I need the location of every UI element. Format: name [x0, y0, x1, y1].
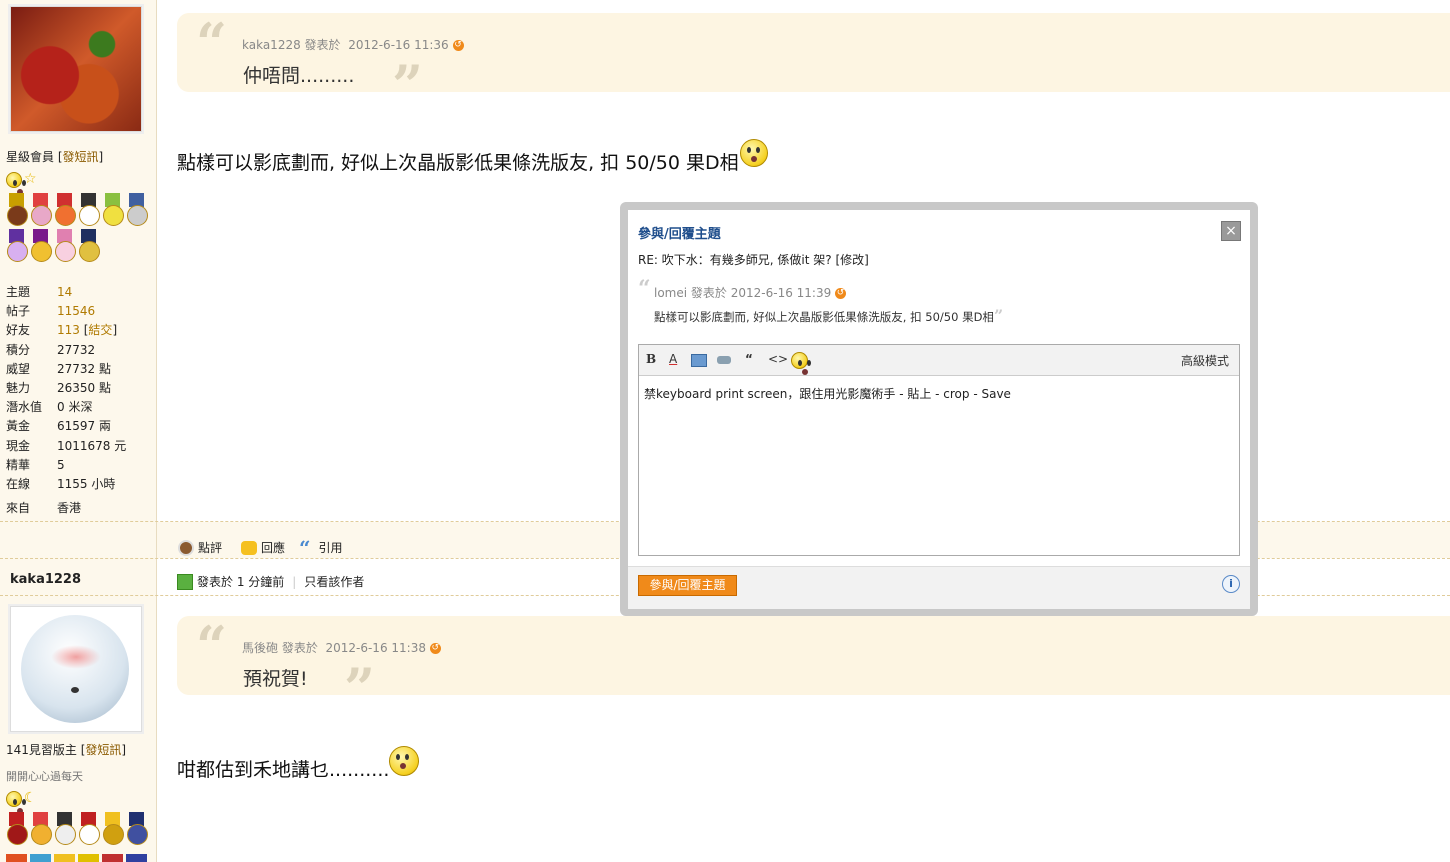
smiley-icon — [6, 172, 23, 195]
stat-row: 帖子 11546 — [6, 304, 96, 319]
stat-row: 黃金 61597 兩 — [6, 419, 111, 434]
close-button[interactable]: × — [1221, 221, 1241, 241]
code-button[interactable]: <> — [768, 352, 788, 366]
moon-icon: ☾ — [24, 790, 37, 806]
user1-pm-link[interactable]: 發短訊 — [63, 150, 99, 164]
rate-icon — [178, 539, 194, 556]
quote-button-editor[interactable]: “ — [745, 352, 753, 366]
stat-row-from: 來自 香港 — [6, 501, 82, 516]
medal-icon — [30, 193, 52, 227]
advanced-mode-link[interactable]: 高級模式 — [1181, 352, 1229, 369]
user2-pm-link[interactable]: 發短訊 — [85, 743, 121, 757]
insert-image-button[interactable] — [691, 354, 707, 367]
user2-medals — [6, 812, 152, 846]
emoji-button[interactable] — [791, 352, 808, 375]
smiley-icon — [6, 791, 23, 814]
medal-icon — [54, 812, 76, 846]
medal-icon — [102, 812, 124, 846]
editor-toolbar: B A “ <> 高級模式 — [639, 345, 1239, 376]
post2-quote-header: 馬後砲 發表於 2012-6-16 11:38 ↺ — [242, 641, 441, 655]
medal-icon — [78, 812, 100, 846]
post1-body: 點樣可以影底劃而, 好似上次晶版影低果條洗版友, 扣 50/50 果D相 — [177, 139, 768, 175]
reply-quote-text: 點樣可以影底劃而, 好似上次晶版影低果條洗版友, 扣 50/50 果D相” — [654, 306, 1004, 325]
reply-dialog-title: 參與/回覆主題 — [638, 227, 721, 242]
stat-row: 精華 5 — [6, 457, 65, 472]
close-quote-icon: ” — [392, 53, 424, 117]
medal-icon — [78, 229, 100, 263]
font-color-button[interactable]: A — [669, 352, 677, 366]
medal-icon — [54, 193, 76, 227]
open-quote-icon: “ — [196, 614, 228, 678]
jump-to-post-icon[interactable]: ↺ — [452, 40, 464, 51]
star-icon: ☆ — [24, 171, 37, 187]
reply-button[interactable]: 回應 — [241, 539, 285, 556]
medal-icon — [6, 229, 28, 263]
user2-post-meta: 發表於 1 分鐘前 | 只看該作者 — [177, 573, 364, 590]
medal-icon — [30, 812, 52, 846]
close-quote-icon: ” — [993, 306, 1004, 325]
quote-button[interactable]: “ 引用 — [299, 535, 343, 560]
stat-row: 現金 1011678 元 — [6, 438, 127, 453]
user1-stats: 主題 14 帖子 11546 好友 113 [結交] 積分 27732 威望 27732 … — [6, 283, 152, 518]
medal-icon — [102, 193, 124, 227]
post1-quote-header: kaka1228 發表於 2012-6-16 11:36 ↺ — [242, 38, 464, 52]
stat-row: 主題 14 — [6, 285, 73, 299]
submit-reply-button[interactable]: 參與/回覆主題 — [638, 575, 737, 596]
user2-name[interactable]: kaka1228 — [10, 572, 81, 587]
bold-button[interactable]: B — [646, 352, 656, 366]
stat-row: 魅力 26350 點 — [6, 380, 111, 395]
reply-subject: RE: 吹下水：有幾多師兄, 係做it 架? [修改] — [638, 253, 869, 267]
editor-text[interactable]: 禁keyboard print screen，跟住用光影魔術手 - 貼上 - c… — [644, 385, 1011, 402]
medal-icon — [6, 193, 28, 227]
user1-rank: 星級會員 [發短訊] — [6, 150, 104, 164]
jump-to-post-icon[interactable]: ↺ — [835, 288, 847, 299]
medal-icon — [126, 812, 148, 846]
user2-signature: 開開心心過每天 — [6, 770, 83, 783]
user2-medals-row2 — [6, 854, 147, 862]
surprised-emoji-icon — [739, 139, 768, 167]
surprised-emoji-icon — [389, 746, 420, 776]
quote-icon: “ — [299, 535, 311, 560]
user2-rank: 141見習版主 [發短訊] — [6, 743, 127, 757]
close-quote-icon: ” — [344, 656, 376, 720]
user2-avatar[interactable] — [10, 606, 142, 732]
user1-rank-icons: ☆ — [6, 171, 37, 195]
insert-link-button[interactable] — [717, 356, 731, 364]
user2-rank-icons: ☾ — [6, 790, 37, 814]
reply-bubble-icon — [241, 540, 257, 555]
medal-icon — [126, 193, 148, 227]
open-quote-icon: “ — [196, 11, 228, 75]
jump-to-post-icon[interactable]: ↺ — [429, 643, 441, 654]
add-friend-link[interactable]: 結交 — [88, 323, 112, 337]
stat-row: 好友 113 [結交] — [6, 323, 118, 338]
medal-icon — [78, 193, 100, 227]
medal-icon — [30, 229, 52, 263]
reply-editor[interactable]: B A “ <> 高級模式 禁keyboard print screen，跟住用… — [638, 344, 1240, 556]
stat-row: 在線 1155 小時 — [6, 476, 116, 491]
reply-quote-header: lomei 發表於 2012-6-16 11:39 ↺ — [654, 286, 847, 300]
post1-quote-text: 仲唔問......... — [243, 65, 355, 87]
post2-body: 咁都估到禾地講乜.......... — [177, 746, 420, 782]
user1-avatar[interactable] — [10, 6, 142, 132]
open-quote-icon: “ — [638, 276, 651, 302]
medal-icon — [6, 812, 28, 846]
post2-quote-text: 預祝賀! — [243, 668, 308, 690]
medal-icon — [54, 229, 76, 263]
rate-button[interactable]: 點評 — [178, 539, 222, 556]
stat-row: 積分 27732 — [6, 342, 96, 357]
only-author-link[interactable]: 只看該作者 — [304, 573, 364, 590]
info-icon[interactable]: i — [1222, 575, 1240, 593]
stat-row: 威望 27732 點 — [6, 361, 111, 376]
user-icon — [177, 573, 193, 590]
user1-medals — [6, 193, 152, 263]
stat-row: 潛水值 0 米深 — [6, 400, 93, 415]
